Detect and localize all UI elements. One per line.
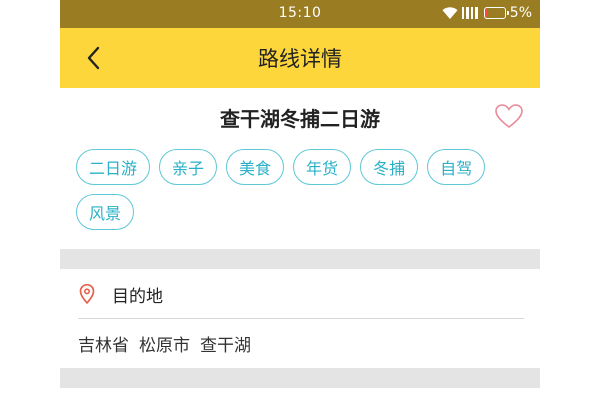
address-province: 吉林省 [78, 335, 129, 356]
favorite-button[interactable] [492, 100, 526, 132]
section-divider [60, 249, 540, 269]
battery-percent: 5% [509, 5, 532, 21]
back-button[interactable] [78, 42, 110, 74]
route-detail-screen: 15:10 5% 路线详情 查干湖冬捕二日游 二日游 亲子 美食 年货 冬捕 自… [60, 0, 540, 400]
tag-list: 二日游 亲子 美食 年货 冬捕 自驾 风景 [60, 146, 530, 230]
status-bar: 15:10 5% [60, 0, 540, 28]
page-title: 路线详情 [258, 47, 342, 71]
section-divider [60, 368, 540, 388]
tag-item[interactable]: 亲子 [159, 149, 218, 185]
divider [78, 318, 524, 319]
signal-icon [461, 7, 478, 19]
chevron-left-icon [87, 46, 100, 70]
route-title-section: 查干湖冬捕二日游 [60, 88, 540, 146]
destination-label: 目的地 [112, 286, 163, 307]
route-title: 查干湖冬捕二日游 [220, 106, 380, 131]
address-place: 查干湖 [200, 335, 251, 356]
battery-icon [483, 7, 509, 19]
tag-item[interactable]: 风景 [76, 194, 135, 230]
address-city: 松原市 [139, 335, 190, 356]
location-pin-icon [78, 284, 96, 304]
heart-outline-icon [495, 104, 523, 128]
tag-item[interactable]: 年货 [293, 149, 352, 185]
tag-item[interactable]: 自驾 [427, 149, 486, 185]
destination-address: 吉林省 松原市 查干湖 [78, 320, 251, 366]
destination-header: 目的地 [60, 270, 540, 318]
wifi-icon [442, 7, 458, 19]
nav-bar: 路线详情 [60, 28, 540, 88]
tag-item[interactable]: 冬捕 [360, 149, 419, 185]
tag-item[interactable]: 二日游 [76, 149, 151, 185]
status-indicators: 5% [442, 5, 532, 21]
battery-level [485, 9, 488, 17]
tag-item[interactable]: 美食 [226, 149, 285, 185]
